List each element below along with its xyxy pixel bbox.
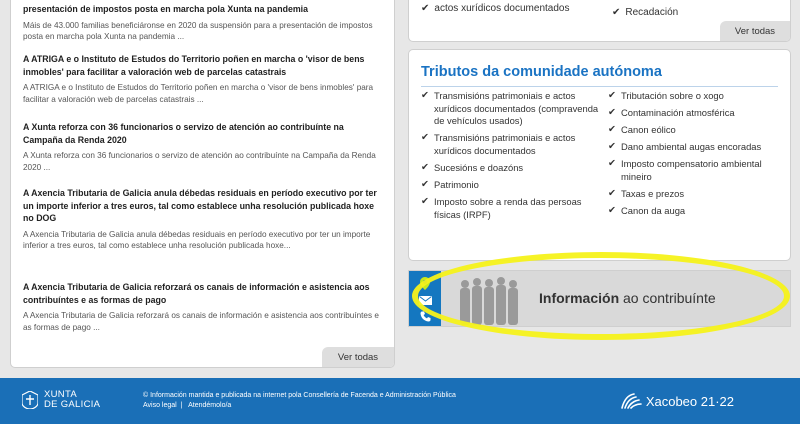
tributo-item[interactable]: ✔ Imposto compensatorio ambiental mineiro bbox=[608, 158, 780, 183]
tributo-item[interactable]: ✔ Canon eólico bbox=[608, 124, 780, 137]
news-title[interactable]: A Xunta reforza con 36 funcionarios o se… bbox=[23, 121, 383, 146]
news-summary: Máis de 43.000 familias beneficiáronse e… bbox=[23, 20, 373, 42]
xacobeo-logo[interactable]: Xacobeo 21·22 bbox=[620, 392, 734, 410]
tributos-list-left: ✔ Transmisións patrimoniais e actos xuríd… bbox=[421, 90, 599, 226]
management-item[interactable]: ✔ Recadación bbox=[612, 7, 678, 18]
check-icon: ✔ bbox=[608, 90, 616, 101]
check-icon: ✔ bbox=[421, 179, 429, 191]
footer-info: © Información mantida e publicada na int… bbox=[143, 391, 456, 411]
info-contribuinte-banner[interactable]: Información ao contribuínte bbox=[408, 270, 791, 327]
tributo-item[interactable]: ✔ Contaminación atmosférica bbox=[608, 107, 780, 120]
news-item[interactable]: presentación de impostos posta en marcha… bbox=[23, 3, 383, 43]
info-contribuinte-label[interactable]: Información ao contribuínte bbox=[539, 290, 716, 306]
check-icon: ✔ bbox=[608, 141, 616, 153]
check-icon: ✔ bbox=[421, 90, 429, 101]
check-icon: ✔ bbox=[608, 205, 616, 217]
news-item[interactable]: A Axencia Tributaria de Galicia anula dé… bbox=[23, 187, 383, 252]
xunta-emblem-icon bbox=[22, 391, 38, 409]
location-pin-icon bbox=[420, 277, 430, 290]
news-summary: A Xunta reforza con 36 funcionarios o se… bbox=[23, 151, 376, 172]
news-summary: A Axencia Tributaria de Galicia anula dé… bbox=[23, 229, 371, 251]
xacobeo-text: Xacobeo 21·22 bbox=[645, 393, 734, 409]
phone-icon bbox=[420, 311, 430, 322]
legal-notice-link[interactable]: Aviso legal bbox=[143, 402, 177, 409]
envelope-icon bbox=[418, 296, 432, 305]
people-silhouettes-image bbox=[460, 277, 518, 325]
news-title[interactable]: A Axencia Tributaria de Galicia reforzar… bbox=[23, 281, 383, 306]
tributos-box: Tributos da comunidade autónoma ✔ Transmi… bbox=[408, 49, 791, 261]
news-item[interactable]: A ATRIGA e o Instituto de Estudos do Ter… bbox=[23, 53, 383, 106]
divider bbox=[421, 86, 778, 87]
news-summary: A ATRIGA e o Instituto de Estudos do Ter… bbox=[23, 83, 374, 104]
contact-link[interactable]: Atendémolo/a bbox=[188, 402, 231, 409]
see-all-news-button[interactable]: Ver todas bbox=[322, 347, 394, 367]
tributo-item[interactable]: ✔ Taxas e prezos bbox=[608, 188, 780, 201]
management-box: ✔ actos xurídicos documentados ✔ Recadació… bbox=[408, 0, 791, 42]
check-icon: ✔ bbox=[608, 188, 616, 200]
xunta-logo[interactable]: XUNTA DE GALICIA bbox=[22, 390, 100, 410]
check-icon: ✔ bbox=[421, 3, 430, 14]
news-title[interactable]: A Axencia Tributaria de Galicia anula dé… bbox=[23, 187, 383, 225]
link-separator: | bbox=[180, 402, 183, 409]
news-item[interactable]: A Axencia Tributaria de Galicia reforzar… bbox=[23, 281, 383, 334]
tributos-list-right: ✔ Tributación sobre o xogo ✔ Contaminación… bbox=[608, 90, 780, 222]
tributo-item[interactable]: ✔ Patrimonio bbox=[421, 179, 599, 192]
tributos-title: Tributos da comunidade autónoma bbox=[421, 64, 662, 80]
logo-text-line2: DE GALICIA bbox=[44, 399, 101, 410]
check-icon: ✔ bbox=[608, 107, 616, 119]
contact-strip bbox=[409, 271, 441, 326]
site-footer: XUNTA DE GALICIA © Información mantida e… bbox=[0, 378, 800, 424]
tributo-item[interactable]: ✔ Transmisións patrimoniais e actos xuríd… bbox=[421, 90, 599, 128]
tributo-item[interactable]: ✔ Dano ambiental augas encoradas bbox=[608, 141, 780, 154]
see-all-management-button[interactable]: Ver todas bbox=[720, 21, 790, 41]
news-title[interactable]: A ATRIGA e o Instituto de Estudos do Ter… bbox=[23, 53, 383, 78]
tributo-item[interactable]: ✔ Tributación sobre o xogo bbox=[608, 90, 780, 103]
check-icon: ✔ bbox=[421, 132, 429, 144]
news-item[interactable]: A Xunta reforza con 36 funcionarios o se… bbox=[23, 121, 383, 174]
management-item[interactable]: ✔ actos xurídicos documentados bbox=[421, 3, 569, 14]
check-icon: ✔ bbox=[608, 158, 616, 170]
news-title[interactable]: presentación de impostos posta en marcha… bbox=[23, 3, 383, 16]
tributo-item[interactable]: ✔ Imposto sobre a renda das persoas físic… bbox=[421, 196, 599, 221]
tributo-item[interactable]: ✔ Transmisións patrimoniais e actos xuríd… bbox=[421, 132, 599, 157]
xacobeo-shell-icon bbox=[621, 393, 642, 409]
news-panel: presentación de impostos posta en marcha… bbox=[10, 0, 395, 368]
footer-copyright: © Información mantida e publicada na int… bbox=[143, 392, 456, 399]
tributo-item[interactable]: ✔ Sucesións e doazóns bbox=[421, 162, 599, 175]
check-icon: ✔ bbox=[421, 161, 429, 173]
news-summary: A Axencia Tributaria de Galicia reforzar… bbox=[23, 311, 379, 332]
tributo-item[interactable]: ✔ Canon da auga bbox=[608, 205, 780, 218]
check-icon: ✔ bbox=[612, 7, 621, 18]
check-icon: ✔ bbox=[608, 124, 616, 136]
check-icon: ✔ bbox=[421, 196, 429, 208]
